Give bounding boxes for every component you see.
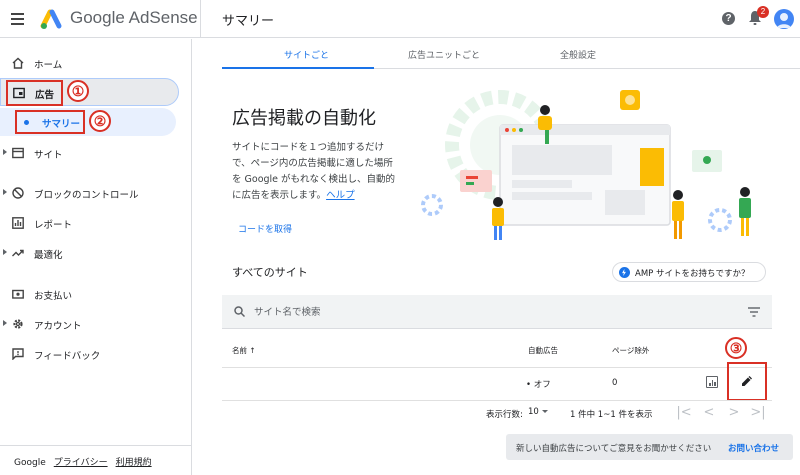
sidebar-item-optimization[interactable]: 最適化 bbox=[0, 239, 192, 267]
amp-sites-button[interactable]: AMP サイトをお持ちですか？ bbox=[612, 262, 766, 282]
sidebar-item-block-controls[interactable]: ブロックのコントロール bbox=[0, 179, 192, 207]
annotation-1: ① bbox=[67, 80, 89, 102]
expand-arrow-icon[interactable] bbox=[3, 189, 7, 195]
user-icon bbox=[777, 13, 791, 28]
column-header-name[interactable]: 名前 ↑ bbox=[232, 345, 256, 356]
column-label: 名前 bbox=[232, 346, 247, 355]
sidebar-item-label: アカウント bbox=[34, 321, 82, 332]
hero-title: 広告掲載の自動化 bbox=[232, 108, 376, 129]
sidebar-item-payments[interactable]: お支払い bbox=[0, 280, 192, 308]
help-icon[interactable]: ? bbox=[722, 12, 735, 25]
sidebar-item-label: サイト bbox=[34, 150, 63, 161]
auto-ads-status: • オフ bbox=[526, 380, 551, 390]
sidebar-item-label: お支払い bbox=[34, 291, 73, 302]
sidebar-item-label: ブロックのコントロール bbox=[34, 190, 139, 201]
sidebar-item-label: フィードバック bbox=[34, 351, 101, 362]
page-exclusions-count: 0 bbox=[612, 378, 618, 388]
logo-text: Google AdSense bbox=[70, 8, 198, 27]
sidebar-item-label: レポート bbox=[34, 220, 73, 231]
feedback-bar: 新しい自動広告についてご意見をお聞かせください お問い合わせ bbox=[506, 434, 793, 460]
hero-desc-line: サイトにコードを１つ追加するだけ bbox=[232, 142, 385, 153]
feedback-icon bbox=[12, 348, 24, 360]
rows-per-page-value: 10 bbox=[528, 407, 539, 417]
search-input[interactable] bbox=[254, 303, 654, 321]
sidebar-item-reports[interactable]: レポート bbox=[0, 209, 192, 237]
help-link[interactable]: ヘルプ bbox=[326, 190, 355, 201]
notification-badge: 2 bbox=[757, 6, 769, 18]
first-page-icon[interactable]: |< bbox=[676, 405, 692, 421]
view-report-icon[interactable] bbox=[706, 376, 718, 388]
terms-link[interactable]: 利用規約 bbox=[116, 458, 152, 468]
dropdown-caret-icon bbox=[541, 410, 548, 413]
prev-page-icon[interactable]: < bbox=[701, 405, 717, 421]
sidebar-item-label: 最適化 bbox=[34, 250, 63, 261]
tab-by-ad-unit[interactable]: 広告ユニットごと bbox=[408, 48, 480, 61]
edit-pencil-icon[interactable] bbox=[740, 374, 754, 388]
column-header-auto-ads: 自動広告 bbox=[528, 346, 558, 355]
table-divider bbox=[222, 400, 772, 401]
header-divider bbox=[200, 0, 201, 38]
active-tab-indicator bbox=[222, 67, 374, 69]
expand-arrow-icon[interactable] bbox=[3, 249, 7, 255]
tab-bar: サイトごと 広告ユニットごと 全般設定 bbox=[222, 39, 800, 69]
filter-icon[interactable] bbox=[748, 307, 760, 317]
last-page-icon[interactable]: >| bbox=[750, 405, 766, 421]
rows-per-page-label: 表示行数: bbox=[486, 410, 523, 420]
hero-desc-line: を Google がもれなく検出し、自動的 bbox=[232, 174, 396, 185]
sidebar-item-feedback[interactable]: フィードバック bbox=[0, 340, 192, 368]
menu-icon[interactable] bbox=[8, 9, 28, 29]
page-title: サマリー bbox=[222, 14, 275, 29]
get-code-button[interactable]: コードを取得 bbox=[238, 222, 292, 235]
expand-arrow-icon[interactable] bbox=[3, 149, 7, 155]
pagination-range: 1 件中 1~1 件を表示 bbox=[570, 410, 653, 420]
gear-icon bbox=[13, 319, 23, 329]
hero-desc-line-end: に広告を表示します。 bbox=[232, 190, 327, 201]
report-icon bbox=[12, 217, 24, 229]
app-header: Google AdSense サマリー ? 2 bbox=[0, 0, 800, 38]
site-search-bar bbox=[222, 295, 772, 329]
rows-per-page-select[interactable]: 10 bbox=[528, 407, 548, 417]
amp-button-label: AMP サイトをお持ちですか？ bbox=[635, 269, 750, 279]
annotation-3: ③ bbox=[725, 337, 747, 359]
sort-arrow-icon[interactable]: ↑ bbox=[249, 346, 255, 355]
bolt-icon bbox=[619, 267, 630, 278]
site-icon bbox=[12, 147, 24, 159]
trending-icon bbox=[12, 249, 24, 257]
auto-ads-illustration bbox=[421, 90, 751, 240]
adsense-logo-icon bbox=[40, 9, 62, 29]
hero-description: サイトにコードを１つ追加するだけ で、ページ内の広告掲載に適した場所 を Goo… bbox=[232, 140, 414, 204]
search-icon bbox=[234, 306, 245, 317]
tab-general-settings[interactable]: 全般設定 bbox=[560, 48, 596, 61]
block-icon bbox=[12, 187, 24, 199]
home-icon bbox=[12, 57, 24, 69]
sidebar-item-account[interactable]: アカウント bbox=[0, 310, 192, 338]
sidebar-item-label: ホーム bbox=[34, 60, 63, 71]
footer-brand: Google bbox=[14, 458, 46, 468]
sidebar-item-sites[interactable]: サイト bbox=[0, 139, 192, 167]
next-page-icon[interactable]: > bbox=[726, 405, 742, 421]
privacy-link[interactable]: プライバシー bbox=[54, 458, 108, 468]
contact-link[interactable]: お問い合わせ bbox=[728, 442, 779, 454]
table-divider bbox=[222, 367, 772, 368]
sidebar-item-home[interactable]: ホーム bbox=[0, 49, 192, 77]
hero-desc-line: に広告を表示します。ヘルプ bbox=[232, 188, 414, 204]
payment-icon bbox=[12, 289, 24, 299]
annotation-box-ads bbox=[6, 80, 63, 106]
avatar[interactable] bbox=[774, 9, 794, 29]
expand-arrow-icon[interactable] bbox=[3, 320, 7, 326]
column-header-page-exclusions: ページ除外 bbox=[612, 346, 650, 355]
feedback-text: 新しい自動広告についてご意見をお聞かせください bbox=[516, 444, 712, 454]
all-sites-heading: すべてのサイト bbox=[232, 266, 308, 279]
sidebar-footer-divider bbox=[0, 445, 192, 446]
annotation-2: ② bbox=[89, 110, 111, 132]
annotation-box-summary bbox=[15, 110, 85, 134]
tab-by-site[interactable]: サイトごと bbox=[284, 48, 329, 61]
hero-desc-line: で、ページ内の広告掲載に適した場所 bbox=[232, 158, 393, 169]
sidebar-footer: Google プライバシー 利用規約 bbox=[14, 455, 160, 468]
